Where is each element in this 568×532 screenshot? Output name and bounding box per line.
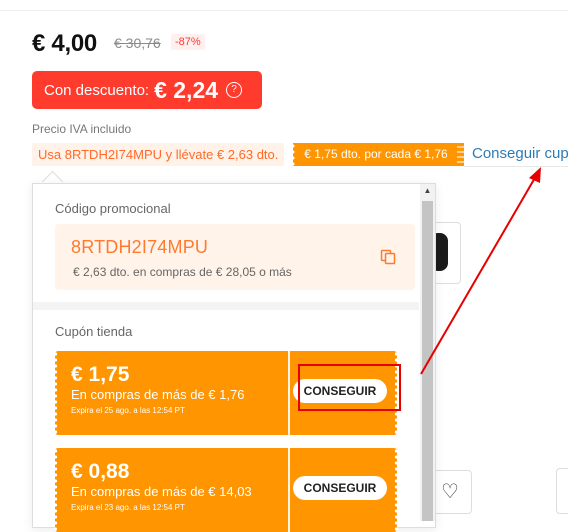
vat-note: Precio IVA incluido xyxy=(32,122,132,136)
coupon-divider xyxy=(288,351,290,435)
promo-code: 8RTDH2I74MPU xyxy=(71,237,209,257)
discount-badge: -87% xyxy=(171,34,205,50)
original-price: € 30,76 xyxy=(114,35,161,51)
coupon-edge xyxy=(53,448,58,532)
promo-code-tag[interactable]: Usa 8RTDH2I74MPU y llévate € 2,63 dto. xyxy=(32,143,285,166)
get-coupon-button[interactable]: CONSEGUIR xyxy=(293,476,387,500)
discounted-price-label: Con descuento: xyxy=(44,81,150,99)
coupon-min-purchase: En compras de más de € 14,03 xyxy=(71,484,252,499)
coupon-amount: € 0,88 xyxy=(71,460,130,483)
help-icon[interactable]: ? xyxy=(226,82,243,98)
scrollbar-thumb[interactable] xyxy=(422,201,433,521)
store-coupon-tag[interactable]: € 1,75 dto. por cada € 1,76 xyxy=(291,143,461,166)
share-button-edge[interactable] xyxy=(556,468,568,514)
coupon-expiry: Expira el 23 ago. a las 12:54 PT xyxy=(71,503,185,512)
top-divider xyxy=(0,10,568,11)
current-price: € 4,00 xyxy=(32,30,97,57)
promo-code-section-label: Código promocional xyxy=(55,201,171,216)
section-separator xyxy=(33,302,419,310)
scroll-up-icon[interactable]: ▲ xyxy=(420,184,435,198)
discounted-price-button[interactable]: Con descuento: € 2,24 ? xyxy=(32,71,262,109)
promo-code-description: € 2,63 dto. en compras de € 28,05 o más xyxy=(73,265,292,279)
coupon-expiry: Expira el 25 ago. a las 12:54 PT xyxy=(71,406,185,415)
copy-icon[interactable] xyxy=(380,249,396,265)
store-coupon-section-label: Cupón tienda xyxy=(55,324,133,339)
coupon-divider xyxy=(288,448,290,532)
store-coupon: € 0,88 En compras de más de € 14,03 Expi… xyxy=(53,448,399,532)
coupon-tag-edge xyxy=(457,143,464,166)
annotation-highlight-box xyxy=(298,364,401,411)
coupon-amount: € 1,75 xyxy=(71,363,130,386)
coupon-min-purchase: En compras de más de € 1,76 xyxy=(71,387,245,402)
discounted-price-value: € 2,24 xyxy=(154,76,219,103)
section-divider xyxy=(464,166,568,167)
coupon-edge xyxy=(394,448,399,532)
get-coupons-link[interactable]: Conseguir cup xyxy=(472,145,568,162)
coupon-edge xyxy=(53,351,58,435)
